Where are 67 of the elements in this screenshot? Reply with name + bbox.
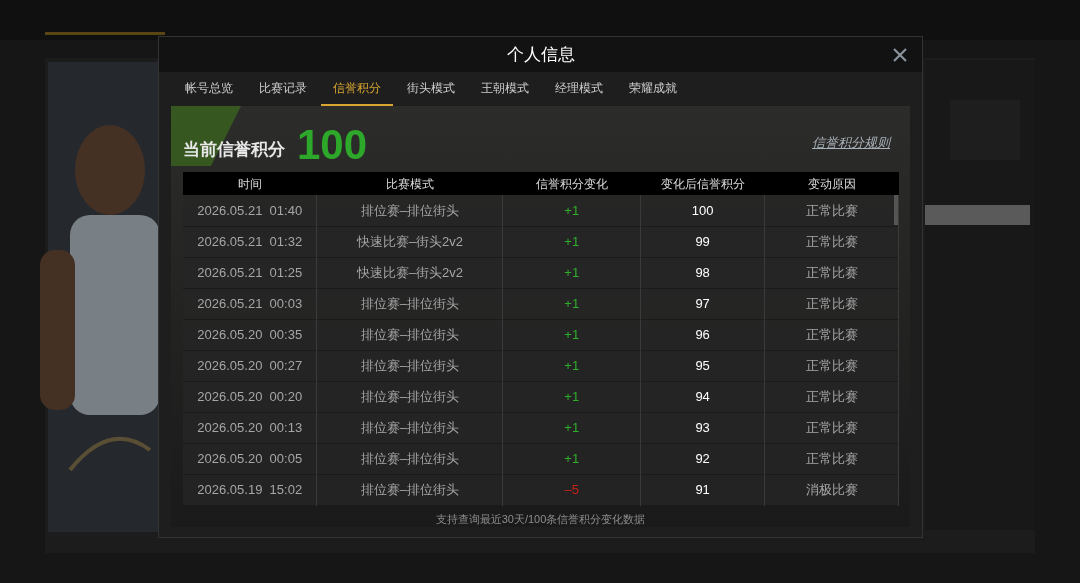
table-cell: +1 [502, 288, 641, 319]
tab[interactable]: 街头模式 [395, 72, 467, 106]
rules-link[interactable]: 信誉积分规则 [812, 132, 890, 152]
table-cell: 2026.05.21 01:25 [183, 257, 317, 288]
table-cell: 2026.05.20 00:35 [183, 319, 317, 350]
table-cell: 100 [640, 195, 765, 226]
table-cell: 排位赛–排位街头 [316, 319, 503, 350]
credit-label: 当前信誉积分 [183, 138, 285, 161]
table-cell: +1 [502, 257, 641, 288]
credit-score: 100 [297, 124, 368, 166]
table-cell: 2026.05.19 15:02 [183, 474, 317, 505]
table-cell: 2026.05.21 00:03 [183, 288, 317, 319]
table-cell: 排位赛–排位街头 [316, 381, 503, 412]
column-header: 变化后信誉积分 [640, 172, 765, 195]
tab[interactable]: 荣耀成就 [617, 72, 689, 106]
table-cell: 正常比赛 [764, 381, 899, 412]
table-cell: 95 [640, 350, 765, 381]
table-cell: 快速比赛–街头2v2 [316, 226, 503, 257]
tab[interactable]: 比赛记录 [247, 72, 319, 106]
table-cell: 2026.05.20 00:20 [183, 381, 317, 412]
table-cell: 98 [640, 257, 765, 288]
tab[interactable]: 经理模式 [543, 72, 615, 106]
table-cell: +1 [502, 412, 641, 443]
dialog-title: 个人信息 [506, 44, 575, 66]
table-cell: 2026.05.21 01:40 [183, 195, 317, 226]
scrollbar[interactable] [894, 195, 898, 225]
table-cell: 排位赛–排位街头 [316, 195, 503, 226]
table-cell: 正常比赛 [764, 288, 899, 319]
table-cell: 2026.05.20 00:05 [183, 443, 317, 474]
table-cell: 2026.05.20 00:13 [183, 412, 317, 443]
table-cell: 96 [640, 319, 765, 350]
table-cell: +1 [502, 443, 641, 474]
table-cell: 94 [640, 381, 765, 412]
table-cell: 92 [640, 443, 765, 474]
table-cell: +1 [502, 350, 641, 381]
table-cell: 91 [640, 474, 765, 505]
table-cell: 2026.05.20 00:27 [183, 350, 317, 381]
table-cell: 正常比赛 [764, 350, 899, 381]
table-cell: 93 [640, 412, 765, 443]
table-cell: 正常比赛 [764, 257, 899, 288]
table-cell: 正常比赛 [764, 412, 899, 443]
table-cell: +1 [502, 195, 641, 226]
table-cell: +1 [502, 226, 641, 257]
table-cell: 97 [640, 288, 765, 319]
table-cell: +1 [502, 319, 641, 350]
table-cell: 排位赛–排位街头 [316, 443, 503, 474]
tab[interactable]: 王朝模式 [469, 72, 541, 106]
table-cell: 快速比赛–街头2v2 [316, 257, 503, 288]
table-cell: 排位赛–排位街头 [316, 288, 503, 319]
table-cell: 排位赛–排位街头 [316, 412, 503, 443]
table-cell: 消极比赛 [764, 474, 899, 505]
table-cell: 正常比赛 [764, 226, 899, 257]
tab[interactable]: 帐号总览 [173, 72, 245, 106]
table-cell: 正常比赛 [764, 443, 899, 474]
column-header: 时间 [183, 172, 317, 195]
table-cell: 排位赛–排位街头 [316, 474, 503, 505]
table-cell: 99 [640, 226, 765, 257]
table-cell: 2026.05.21 01:32 [183, 226, 317, 257]
table-cell: –5 [502, 474, 641, 505]
column-header: 变动原因 [764, 172, 899, 195]
table-cell: 排位赛–排位街头 [316, 350, 503, 381]
column-header: 比赛模式 [316, 172, 503, 195]
table-cell: +1 [502, 381, 641, 412]
footer-note: 支持查询最近30天/100条信誉积分变化数据 [435, 511, 646, 527]
column-header: 信誉积分变化 [502, 172, 641, 195]
table-cell: 正常比赛 [764, 319, 899, 350]
close-icon [892, 47, 908, 63]
